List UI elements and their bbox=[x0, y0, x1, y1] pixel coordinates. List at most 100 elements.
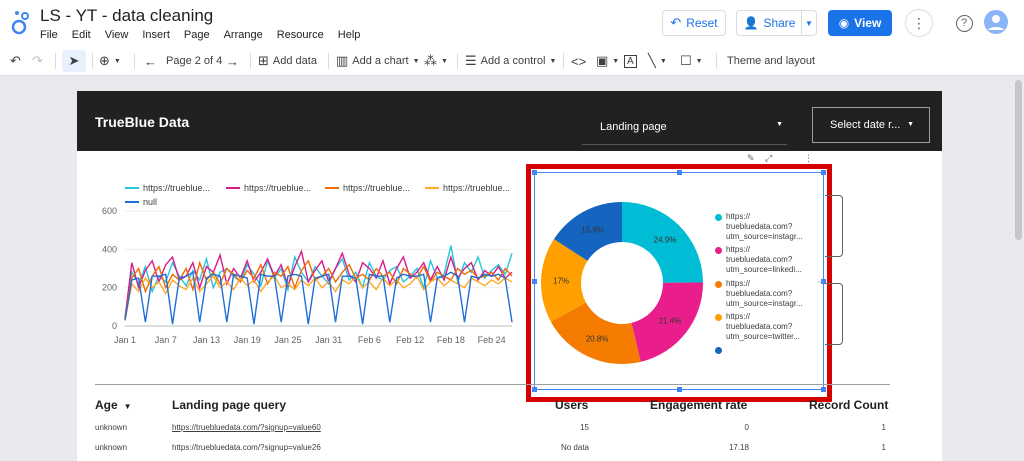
y-tick-label: 200 bbox=[102, 283, 117, 293]
line-legend-item[interactable]: https://trueblue... bbox=[325, 183, 410, 193]
resize-icon[interactable]: ⤢ bbox=[765, 153, 772, 164]
toolbar-divider bbox=[716, 53, 717, 69]
caret-down-icon: ▼ bbox=[695, 57, 703, 65]
resize-handle[interactable] bbox=[532, 387, 537, 392]
users-column-header[interactable]: Users bbox=[555, 398, 588, 412]
slice-label: 15.9% bbox=[581, 225, 604, 234]
add-control-button[interactable]: ☰ Add a control ▼ bbox=[465, 52, 556, 70]
table-cell-query[interactable]: https://truebluedata.com/?signup=value60 bbox=[172, 423, 321, 432]
resize-handle[interactable] bbox=[532, 279, 537, 284]
image-button[interactable]: ▣ ▼ bbox=[596, 52, 619, 70]
line-legend-item[interactable]: https://trueblue... bbox=[425, 183, 510, 193]
vertical-scrollbar[interactable] bbox=[1015, 80, 1022, 240]
share-button[interactable]: 👤 Share bbox=[736, 10, 802, 36]
menu-page[interactable]: Page bbox=[184, 29, 210, 41]
legend-dot bbox=[715, 314, 722, 321]
line-legend-item[interactable]: https://trueblue... bbox=[125, 183, 210, 193]
resize-handle[interactable] bbox=[677, 170, 682, 175]
y-tick-label: 400 bbox=[102, 244, 117, 254]
add-data-button[interactable]: ⊞ Add data bbox=[258, 52, 317, 70]
account-icon bbox=[988, 15, 1004, 30]
share-dropdown-button[interactable]: ▼ bbox=[801, 10, 817, 36]
resize-handle[interactable] bbox=[532, 170, 537, 175]
toolbar-divider bbox=[457, 53, 458, 69]
menu-insert[interactable]: Insert bbox=[142, 29, 170, 41]
page-indicator[interactable]: Page 2 of 4 bbox=[166, 52, 222, 70]
text-box-button[interactable]: A bbox=[624, 52, 637, 70]
pie-legend-item[interactable]: https:// truebluedata.com? utm_source=li… bbox=[715, 245, 814, 275]
age-column-header[interactable]: Age ▼ bbox=[95, 398, 132, 412]
landing-page-filter[interactable]: Landing page ▼ bbox=[582, 109, 787, 145]
editor-toolbar: ↶ ↷ ➤ ⊕ ▼ ← Page 2 of 4 → ⊞ Add data ▥ Add … bbox=[0, 46, 1024, 76]
toolbar-divider bbox=[250, 53, 251, 69]
date-range-control[interactable]: Select date r... ▼ bbox=[812, 107, 930, 143]
more-vert-icon[interactable]: ⋮ bbox=[804, 153, 813, 164]
caret-down-icon: ▼ bbox=[549, 57, 557, 65]
resize-handle[interactable] bbox=[821, 387, 826, 392]
x-tick-label: Jan 31 bbox=[315, 335, 342, 345]
menu-arrange[interactable]: Arrange bbox=[224, 29, 263, 41]
caret-down-icon: ▼ bbox=[412, 57, 420, 65]
select-tool-button[interactable]: ➤ bbox=[62, 50, 86, 72]
avatar[interactable] bbox=[984, 10, 1008, 34]
x-tick-label: Feb 24 bbox=[478, 335, 506, 345]
chart-hover-toolbar: ✎ ⤢ ⋮ bbox=[537, 153, 822, 163]
line-legend-item[interactable]: https://trueblue... bbox=[226, 183, 311, 193]
community-visualizations-button[interactable]: ⁂ ▼ bbox=[424, 52, 448, 70]
add-chart-button[interactable]: ▥ Add a chart ▼ bbox=[336, 52, 420, 70]
arrow-right-icon: → bbox=[226, 53, 239, 69]
resize-handle[interactable] bbox=[677, 387, 682, 392]
report-title[interactable]: LS - YT - data cleaning bbox=[40, 6, 213, 26]
pie-legend-item[interactable]: https:// truebluedata.com? utm_source=in… bbox=[715, 212, 814, 242]
table-cell-query[interactable]: https://truebluedata.com/?signup=value26 bbox=[172, 443, 321, 452]
table-cell-age: unknown bbox=[95, 443, 128, 452]
zoom-icon: ⊕ bbox=[99, 53, 110, 68]
series-line bbox=[124, 274, 513, 321]
pie-legend-item[interactable]: https:// truebluedata.com? utm_source=tw… bbox=[715, 312, 814, 342]
reset-button[interactable]: ↶ Reset bbox=[662, 10, 726, 36]
group-bracket bbox=[825, 195, 843, 257]
landing-page-query-column-header[interactable]: Landing page query bbox=[172, 398, 286, 412]
toolbar-divider bbox=[563, 53, 564, 69]
caret-down-icon: ▼ bbox=[441, 57, 448, 65]
menu-view[interactable]: View bbox=[105, 29, 129, 41]
view-button[interactable]: ◉ View bbox=[828, 10, 892, 36]
arrow-left-icon: ← bbox=[144, 53, 157, 69]
menu-edit[interactable]: Edit bbox=[72, 29, 91, 41]
legend-swatch bbox=[226, 187, 240, 189]
resize-handle[interactable] bbox=[821, 170, 826, 175]
record-count-column-header[interactable]: Record Count bbox=[809, 398, 888, 412]
menu-resource[interactable]: Resource bbox=[277, 29, 324, 41]
drag-handle-icon[interactable]: ⇔ bbox=[816, 276, 825, 286]
theme-and-layout-button[interactable]: Theme and layout bbox=[727, 52, 815, 70]
next-page-button[interactable]: → bbox=[226, 52, 239, 70]
toolbar-divider bbox=[92, 53, 93, 69]
pie-legend-item[interactable]: https:// truebluedata.com? utm_source=in… bbox=[715, 279, 814, 309]
undo-button[interactable]: ↶ bbox=[10, 52, 21, 70]
embed-url-button[interactable]: <> bbox=[571, 52, 586, 70]
line-button[interactable]: ╲ ▼ bbox=[648, 52, 667, 70]
undo-icon: ↶ bbox=[10, 53, 21, 68]
menu-file[interactable]: File bbox=[40, 29, 58, 41]
menu-help[interactable]: Help bbox=[338, 29, 361, 41]
pencil-icon[interactable]: ✎ bbox=[747, 153, 755, 164]
help-button[interactable]: ? bbox=[953, 12, 975, 34]
more-options-button[interactable]: ⋮ bbox=[905, 9, 933, 37]
legend-dot bbox=[715, 247, 722, 254]
more-vert-icon: ⋮ bbox=[912, 14, 926, 31]
previous-page-button[interactable]: ← bbox=[144, 52, 157, 70]
x-tick-label: Jan 25 bbox=[274, 335, 301, 345]
donut-chart[interactable]: 24.9% 21.4% 20.8% 17% 15.9% bbox=[540, 201, 704, 365]
table-cell-users: No data bbox=[560, 443, 589, 452]
zoom-button[interactable]: ⊕ ▼ bbox=[99, 52, 121, 70]
slice-label: 21.4% bbox=[659, 317, 682, 326]
caret-down-icon: ▼ bbox=[907, 121, 914, 128]
looker-studio-logo-icon[interactable] bbox=[10, 8, 32, 36]
caret-down-icon: ▼ bbox=[113, 57, 121, 65]
time-series-chart[interactable]: 600 400 200 0 Jan 1 Jan 7 Jan 13 Jan 19 Jan 25 Ja… bbox=[77, 203, 522, 353]
add-person-icon: 👤 bbox=[743, 16, 759, 30]
caret-down-icon: ▼ bbox=[659, 57, 667, 65]
redo-button[interactable]: ↷ bbox=[32, 52, 43, 70]
shape-button[interactable]: ☐ ▼ bbox=[680, 52, 703, 70]
engagement-rate-column-header[interactable]: Engagement rate bbox=[650, 398, 747, 412]
